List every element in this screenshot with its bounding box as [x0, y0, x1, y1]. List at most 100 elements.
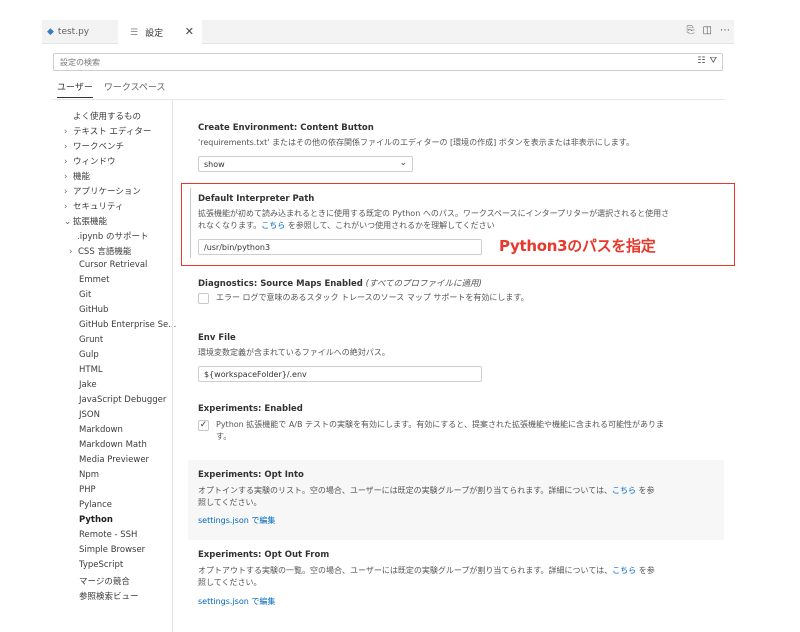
setting-category: Experiments:: [198, 470, 265, 480]
desc-line: オプトインする実験のリスト。空の場合、ユーザーには既定の実験グループが割り当てら…: [198, 485, 723, 497]
sidebar-item-commonly-used[interactable]: よく使用するもの: [73, 110, 141, 122]
sidebar-item-label: Media Previewer: [79, 455, 150, 465]
sidebar-item-cursor-retrieval[interactable]: Cursor Retrieval: [79, 260, 147, 270]
sidebar-item-workbench[interactable]: › ワークベンチ: [64, 140, 124, 152]
setting-name: Enabled: [264, 404, 303, 414]
sidebar-item-label: セキュリティ: [73, 202, 124, 212]
sidebar-item-grunt[interactable]: Grunt: [79, 335, 103, 345]
chevron-right-icon: ›: [64, 127, 68, 137]
sidebar-item-remote-ssh[interactable]: Remote - SSH: [79, 530, 137, 540]
setting-title-create-env: Create Environment: Content Button: [198, 123, 374, 133]
setting-name: Source Maps Enabled: [260, 279, 363, 289]
sidebar-item-label: Python: [79, 515, 113, 525]
sidebar-item-merge-conflict[interactable]: マージの競合: [79, 575, 130, 587]
sidebar-item-label: ウィンドウ: [73, 157, 116, 167]
here-link[interactable]: こちら: [612, 486, 636, 495]
sidebar-item-typescript[interactable]: TypeScript: [79, 560, 123, 570]
sidebar-item-references-view[interactable]: 参照検索ビュー: [79, 590, 139, 602]
desc-text: オプトアウトする実験の一覧。空の場合、ユーザーには既定の実験グループが割り当てら…: [198, 566, 613, 575]
sidebar-item-media-previewer[interactable]: Media Previewer: [79, 455, 149, 465]
sidebar-item-npm[interactable]: Npm: [79, 470, 99, 480]
close-icon[interactable]: ✕: [185, 25, 194, 38]
setting-name: Content Button: [300, 123, 374, 133]
sidebar-item-label: マージの競合: [79, 577, 130, 587]
desc-line: す。: [216, 432, 232, 441]
python-file-icon: ◆: [47, 27, 54, 37]
sidebar-item-security[interactable]: › セキュリティ: [64, 200, 124, 212]
tab-user[interactable]: ユーザー: [57, 80, 93, 98]
experiments-enabled-checkbox[interactable]: ✓: [198, 420, 209, 431]
editor-actions: ⎘ ◫ ⋯: [687, 25, 730, 36]
sidebar-item-label: Remote - SSH: [79, 530, 138, 540]
desc-line: オプトアウトする実験の一覧。空の場合、ユーザーには既定の実験グループが割り当てら…: [198, 565, 723, 577]
sidebar-item-js-debugger[interactable]: JavaScript Debugger: [79, 395, 166, 405]
sidebar-item-json[interactable]: JSON: [79, 410, 100, 420]
env-file-input[interactable]: ${workspaceFolder}/.env: [198, 366, 482, 382]
setting-title-opt-out: Experiments: Opt Out From: [198, 550, 329, 560]
more-actions-icon[interactable]: ⋯: [720, 25, 730, 36]
sidebar-item-php[interactable]: PHP: [79, 485, 96, 495]
setting-scope: (すべてのプロファイルに適用): [365, 279, 482, 289]
sidebar-item-pylance[interactable]: Pylance: [79, 500, 112, 510]
sidebar-item-label: Markdown Math: [79, 440, 147, 450]
desc-line: 照してください。: [198, 578, 262, 587]
sidebar-item-features[interactable]: › 機能: [64, 170, 90, 182]
here-link[interactable]: こちら: [612, 566, 636, 575]
sidebar-item-label: JavaScript Debugger: [79, 395, 167, 405]
sidebar-item-label: JSON: [79, 410, 100, 420]
filter-icon[interactable]: ⛛: [709, 56, 717, 66]
content-button-select[interactable]: show ⌄: [198, 156, 413, 172]
sidebar-item-github[interactable]: GitHub: [79, 305, 108, 315]
sidebar-item-jake[interactable]: Jake: [79, 380, 97, 390]
sidebar-item-extensions[interactable]: ⌄ 拡張機能: [64, 215, 107, 227]
sidebar-item-text-editor[interactable]: › テキスト エディター: [64, 125, 151, 137]
sidebar-item-python[interactable]: Python: [79, 515, 113, 525]
sidebar-item-github-enterprise[interactable]: GitHub Enterprise Se...: [79, 320, 176, 330]
setting-category: Create Environment:: [198, 123, 301, 133]
setting-title-diagnostics: Diagnostics: Source Maps Enabled (すべてのプロ…: [198, 277, 482, 289]
setting-title-experiments-enabled: Experiments: Enabled: [198, 404, 303, 414]
settings-search-input[interactable]: 設定の検索 ☷ ⛛: [53, 53, 723, 71]
setting-desc: オプトアウトする実験の一覧。空の場合、ユーザーには既定の実験グループが割り当てら…: [198, 565, 723, 589]
sidebar-item-label: Emmet: [79, 275, 110, 285]
sidebar-item-markdown-math[interactable]: Markdown Math: [79, 440, 147, 450]
sidebar-item-html[interactable]: HTML: [79, 365, 103, 375]
chevron-right-icon: ›: [64, 142, 68, 152]
sidebar-item-simple-browser[interactable]: Simple Browser: [79, 545, 145, 555]
sidebar-item-label: Grunt: [79, 335, 104, 345]
setting-title-opt-into: Experiments: Opt Into: [198, 470, 304, 480]
clear-filter-icon[interactable]: ☷: [697, 56, 705, 66]
sidebar-item-label: Jake: [79, 380, 97, 390]
sidebar-item-label: HTML: [79, 365, 103, 375]
setting-desc: 環境変数定義が含まれているファイルへの絶対パス。: [198, 348, 390, 357]
sidebar-item-git[interactable]: Git: [79, 290, 91, 300]
scope-tabs: ユーザー ワークスペース: [57, 80, 165, 98]
sidebar-item-window[interactable]: › ウィンドウ: [64, 155, 116, 167]
tab-workspace[interactable]: ワークスペース: [104, 80, 166, 98]
open-json-icon[interactable]: ⎘: [687, 25, 695, 36]
sidebar-item-css[interactable]: › CSS 言語機能: [69, 245, 131, 257]
setting-desc: エラー ログで意味のあるスタック トレースのソース マップ サポートを有効にしま…: [216, 293, 529, 302]
sidebar-item-gulp[interactable]: Gulp: [79, 350, 99, 360]
search-actions: ☷ ⛛: [697, 56, 717, 66]
sidebar-item-label: Cursor Retrieval: [79, 260, 148, 270]
sidebar-item-application[interactable]: › アプリケーション: [64, 185, 141, 197]
edit-in-settings-json-link[interactable]: settings.json で編集: [198, 596, 275, 608]
sidebar-item-label: PHP: [79, 485, 96, 495]
setting-title-env-file: Env File: [198, 333, 236, 343]
search-placeholder: 設定の検索: [60, 58, 100, 67]
setting-name: Env File: [198, 333, 236, 343]
sidebar-item-label: Gulp: [79, 350, 99, 360]
source-maps-checkbox[interactable]: [198, 293, 209, 304]
sidebar-item-ipynb[interactable]: .ipynb のサポート: [77, 230, 148, 242]
sidebar-item-markdown[interactable]: Markdown: [79, 425, 123, 435]
sidebar-item-label: アプリケーション: [73, 187, 141, 197]
sidebar-item-emmet[interactable]: Emmet: [79, 275, 110, 285]
edit-in-settings-json-link[interactable]: settings.json で編集: [198, 515, 275, 527]
tab-label: test.py: [57, 27, 90, 37]
tab-settings[interactable]: ☰ 設定 ✕: [118, 20, 202, 45]
sidebar-item-label: CSS 言語機能: [78, 247, 132, 257]
tab-test-py[interactable]: ◆ test.py: [42, 20, 118, 44]
sidebar-item-label: .ipynb のサポート: [77, 232, 149, 242]
split-editor-icon[interactable]: ◫: [703, 25, 712, 36]
